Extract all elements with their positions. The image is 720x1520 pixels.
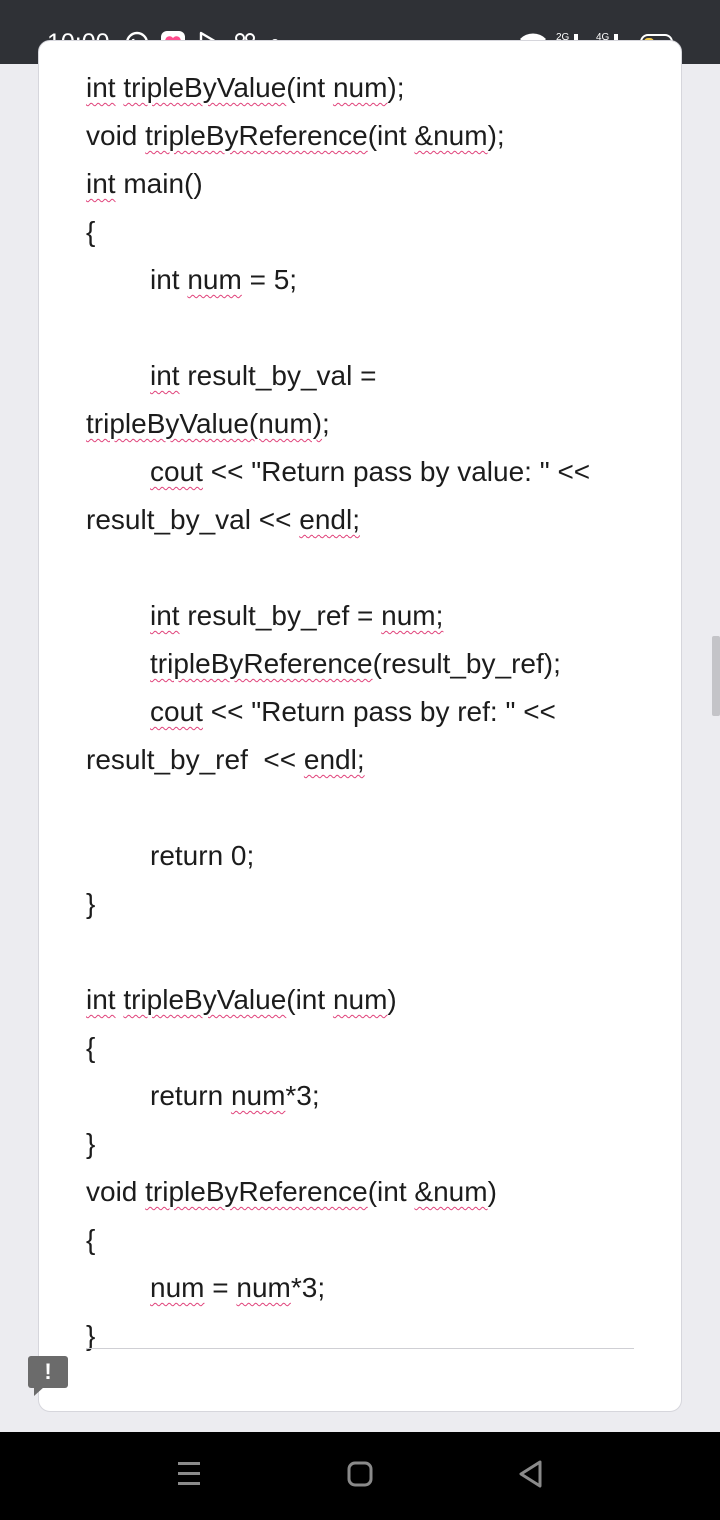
code-text: void (86, 1176, 146, 1207)
code-text: ) (387, 984, 397, 1015)
code-text: = (204, 1272, 237, 1303)
code-line: int num = 5; (150, 256, 297, 304)
recents-icon[interactable] (176, 1454, 202, 1499)
code-line: result_by_ref << endl; (86, 736, 365, 784)
code-text: = 5; (241, 264, 298, 295)
code-text: ) (487, 1176, 497, 1207)
code-line: tripleByValue(num); (86, 400, 330, 448)
spellcheck-flagged-text: tripleByValue (123, 984, 287, 1015)
spellcheck-flagged-text: num (230, 1080, 286, 1111)
spellcheck-flagged-text: cout (150, 696, 203, 727)
code-line: int result_by_ref = num; (150, 592, 443, 640)
code-text: result_by_val = (179, 360, 377, 391)
code-text: } (86, 888, 96, 919)
code-line: int result_by_val = (150, 352, 376, 400)
code-text: } (86, 1320, 96, 1351)
spellcheck-flagged-text: num (187, 264, 242, 295)
code-line: } (86, 1120, 95, 1168)
code-line: int main() (86, 160, 203, 208)
code-text: << "Return pass by ref: " << (202, 696, 556, 727)
code-text: (int (367, 120, 415, 151)
spellcheck-flagged-text: endl; (299, 504, 360, 535)
navigation-bar (0, 1432, 720, 1520)
spellcheck-flagged-text: tripleByReference (145, 1176, 368, 1207)
code-text: result_by_ref << (86, 744, 304, 775)
code-line: return 0; (150, 832, 254, 880)
code-text: (result_by_ref); (372, 648, 561, 679)
code-text: result_by_ref = (179, 600, 382, 631)
code-text: void (86, 120, 146, 151)
spellcheck-flagged-text: num (150, 1272, 205, 1303)
spellcheck-flagged-text: int (150, 600, 180, 631)
code-text: (int (286, 984, 333, 1015)
spellcheck-flagged-text: num (236, 1272, 291, 1303)
spellcheck-flagged-text: endl; (303, 744, 365, 775)
code-text: result_by_val << (86, 504, 300, 535)
code-line: int tripleByValue(int num) (86, 976, 397, 1024)
spellcheck-flagged-text: tripleByReference (145, 120, 368, 151)
spellcheck-flagged-text: &num (414, 1176, 488, 1207)
code-line: int tripleByValue(int num); (86, 64, 405, 112)
scrollbar-thumb[interactable] (712, 636, 720, 716)
code-text: { (86, 1224, 96, 1255)
code-line: tripleByReference(result_by_ref); (150, 640, 561, 688)
code-line: void tripleByReference(int &num) (86, 1168, 497, 1216)
home-icon[interactable] (346, 1454, 376, 1499)
code-text: ); (487, 120, 505, 151)
horizontal-rule (86, 1348, 634, 1349)
code-line: { (86, 208, 95, 256)
spellcheck-flagged-text: tripleByReference (150, 648, 373, 679)
feedback-icon[interactable]: ! (28, 1356, 68, 1396)
code-text: (int (286, 72, 333, 103)
spellcheck-flagged-text: &num (414, 120, 488, 151)
code-line: num = num*3; (150, 1264, 325, 1312)
spellcheck-flagged-text: tripleByValue (123, 72, 287, 103)
code-text: main() (115, 168, 203, 199)
code-line: { (86, 1024, 95, 1072)
spellcheck-flagged-text: num (332, 72, 388, 103)
code-text: return (150, 1080, 231, 1111)
code-line: } (86, 880, 95, 928)
code-line: cout << "Return pass by ref: " << (150, 688, 556, 736)
code-text: return 0; (150, 840, 255, 871)
code-line: cout << "Return pass by value: " << (150, 448, 590, 496)
spellcheck-flagged-text: int (150, 360, 180, 391)
code-text: (int (367, 1176, 415, 1207)
spellcheck-flagged-text: int (86, 72, 116, 103)
code-text: << "Return pass by value: " << (202, 456, 591, 487)
code-line: void tripleByReference(int &num); (86, 112, 505, 160)
spellcheck-flagged-text: num; (381, 600, 444, 631)
code-text: ); (387, 72, 405, 103)
spellcheck-flagged-text: int (86, 168, 116, 199)
code-text: *3; (285, 1080, 320, 1111)
code-line: result_by_val << endl; (86, 496, 360, 544)
code-text: *3; (290, 1272, 326, 1303)
spellcheck-flagged-text: cout (150, 456, 203, 487)
code-line: { (86, 1216, 95, 1264)
code-text: ; (322, 408, 330, 439)
spellcheck-flagged-text: int (86, 984, 116, 1015)
spellcheck-flagged-text: tripleByValue(num) (86, 408, 323, 439)
code-text: } (86, 1128, 96, 1159)
code-text: int (150, 264, 188, 295)
spellcheck-flagged-text: num (332, 984, 388, 1015)
code-text: { (86, 216, 96, 247)
code-line: return num*3; (150, 1072, 320, 1120)
code-text: { (86, 1032, 96, 1063)
code-line: } (86, 1312, 95, 1360)
back-icon[interactable] (516, 1454, 546, 1499)
